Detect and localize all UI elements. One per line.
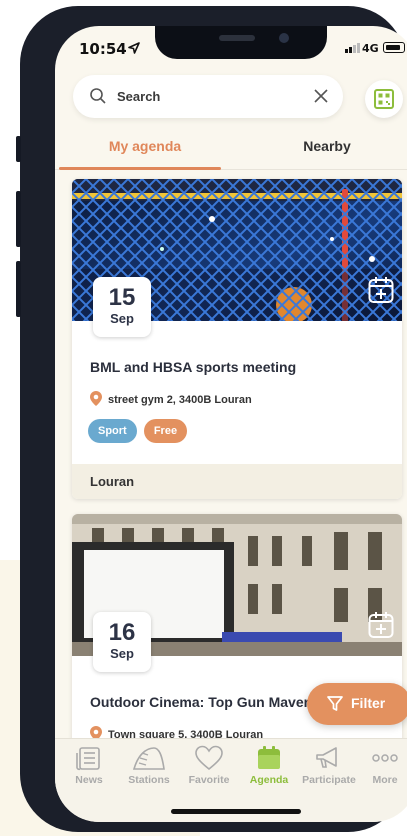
event-month: Sep (110, 311, 134, 326)
nav-stations[interactable]: Stations (119, 745, 179, 786)
search-bar[interactable] (73, 75, 343, 118)
phone-frame: 10:54 4G My agenda Nearby (16, 6, 407, 832)
search-input[interactable] (117, 86, 307, 106)
event-date: 16 Sep (93, 612, 151, 672)
tag-sport[interactable]: Sport (88, 419, 137, 443)
tab-nearby[interactable]: Nearby (237, 138, 407, 154)
event-card[interactable]: 16 Sep Outdoor Cinema: Top Gun Maverick … (72, 514, 402, 774)
nav-favorite[interactable]: Favorite (179, 745, 239, 786)
clear-search-icon[interactable] (313, 88, 329, 104)
qr-code-icon (374, 89, 394, 109)
camera (279, 33, 289, 43)
mute-switch (16, 136, 21, 162)
search-icon (90, 88, 106, 104)
filter-icon (327, 696, 343, 711)
status-time: 10:54 (79, 40, 127, 58)
location-pin-icon (90, 391, 102, 406)
app-screen: 10:54 4G My agenda Nearby (55, 26, 407, 822)
nav-label: Agenda (249, 774, 289, 786)
tab-bar: My agenda Nearby (55, 126, 407, 170)
nav-more[interactable]: More (355, 745, 407, 786)
event-date: 15 Sep (93, 277, 151, 337)
qr-scan-button[interactable] (365, 80, 403, 118)
event-day: 15 (108, 284, 136, 311)
tag-free[interactable]: Free (143, 419, 188, 443)
event-tags: Sport Free (88, 419, 189, 443)
signal-icon (345, 42, 360, 53)
nav-label: Stations (128, 774, 170, 786)
nav-news[interactable]: News (59, 745, 119, 786)
nav-participate[interactable]: Participate (299, 745, 359, 786)
nav-agenda[interactable]: Agenda (239, 745, 299, 786)
agenda-icon (258, 746, 280, 769)
volume-down-button (16, 261, 21, 317)
event-title: Outdoor Cinema: Top Gun Maverick (90, 694, 329, 710)
event-town: Louran (90, 474, 135, 489)
notch (155, 26, 327, 59)
battery-icon (383, 42, 405, 53)
home-indicator (171, 809, 301, 814)
event-location: street gym 2, 3400B Louran (90, 391, 252, 406)
add-to-calendar-icon[interactable] (368, 611, 394, 639)
more-icon (372, 754, 398, 762)
network-type: 4G (362, 42, 379, 55)
news-icon (76, 747, 100, 771)
filter-button[interactable]: Filter (307, 683, 407, 725)
tab-my-agenda[interactable]: My agenda (55, 138, 235, 154)
nav-label: News (75, 774, 103, 786)
filter-label: Filter (351, 695, 386, 711)
nav-label: Favorite (188, 774, 230, 786)
nav-label: Participate (302, 774, 356, 786)
event-card[interactable]: 15 Sep BML and HBSA sports meeting stree… (72, 179, 402, 499)
event-title: BML and HBSA sports meeting (90, 359, 297, 375)
event-location-text: street gym 2, 3400B Louran (108, 394, 252, 406)
stations-icon (132, 747, 165, 770)
event-month: Sep (110, 646, 134, 661)
volume-up-button (16, 191, 21, 247)
nav-label: More (372, 774, 398, 786)
location-arrow-icon (128, 42, 140, 54)
active-tab-indicator (59, 167, 221, 170)
event-footer: Louran (72, 464, 402, 499)
speaker (219, 35, 255, 41)
megaphone-icon (316, 747, 337, 768)
add-to-calendar-icon[interactable] (368, 276, 394, 304)
event-day: 16 (108, 619, 136, 646)
heart-icon (195, 745, 223, 771)
